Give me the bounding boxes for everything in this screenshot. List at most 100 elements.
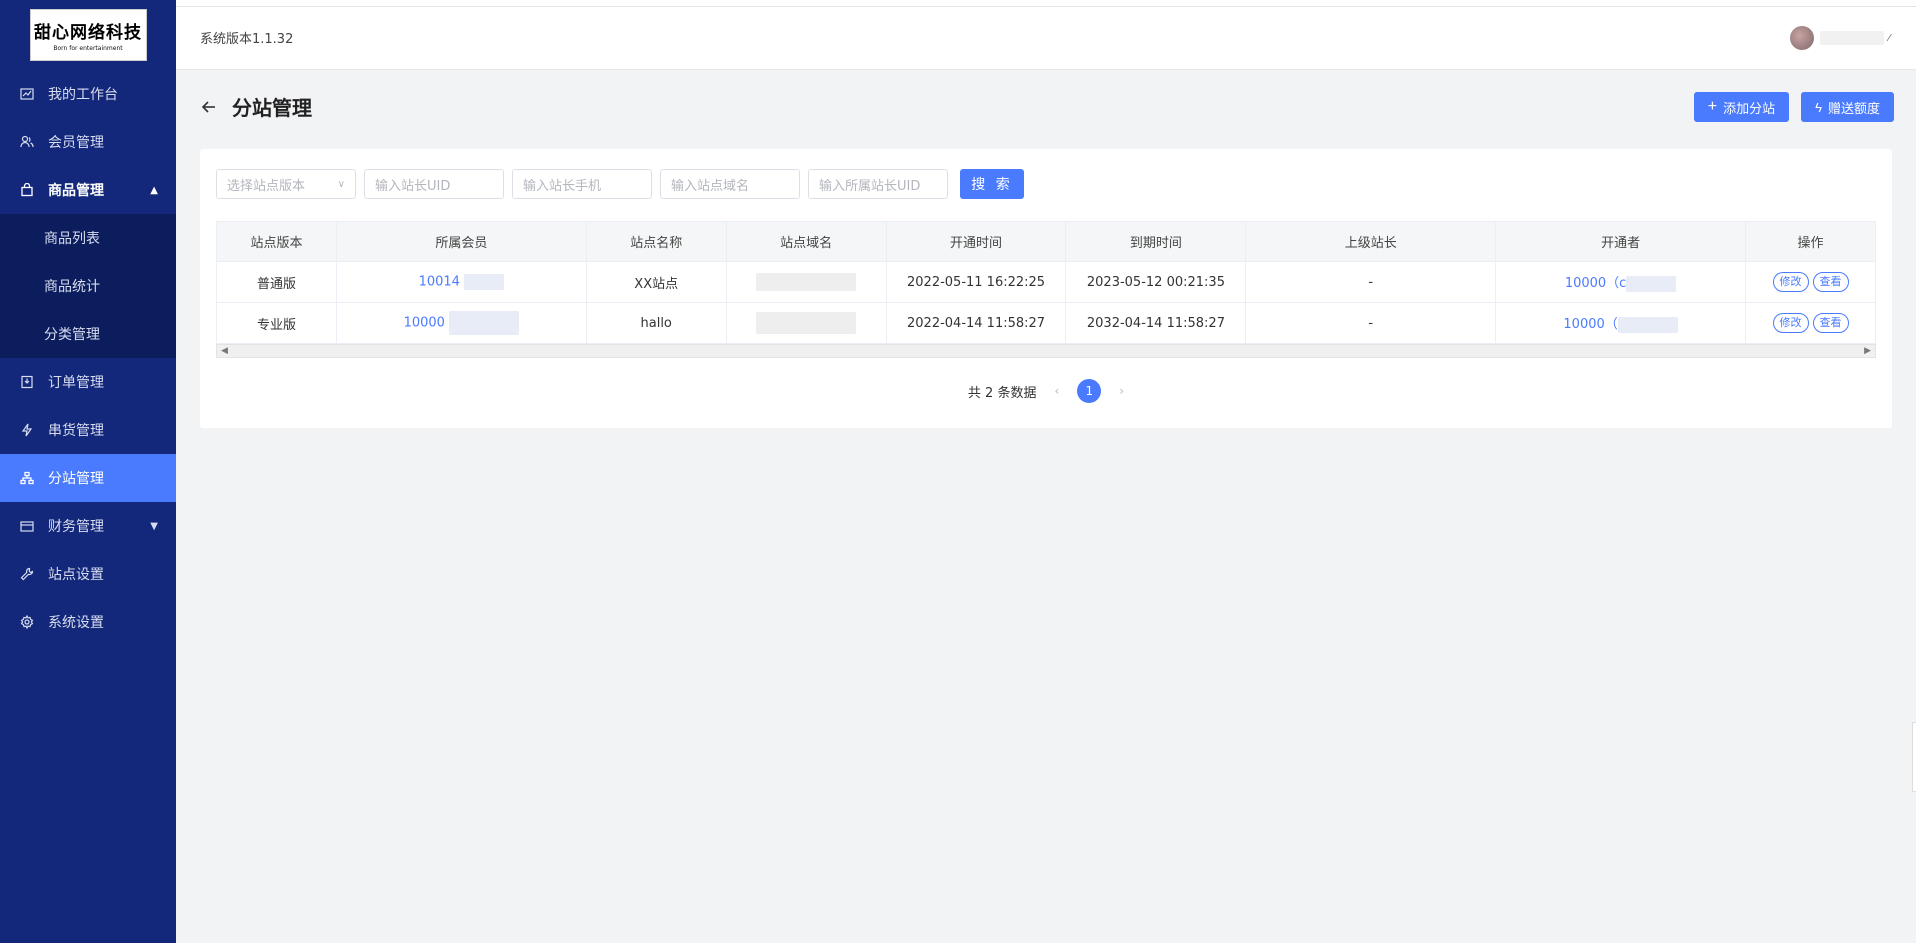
- page-button-current[interactable]: 1: [1077, 379, 1102, 403]
- user-menu[interactable]: ⁄: [1790, 26, 1890, 50]
- cell-expire-time: 2023-05-12 00:21:35: [1065, 261, 1247, 303]
- sidebar-item-label: 商品管理: [48, 183, 104, 199]
- opener-link[interactable]: 10000（: [1563, 317, 1617, 332]
- redacted-text: [1626, 275, 1677, 292]
- sidebar-item-label: 订单管理: [48, 375, 104, 391]
- cell-open-time: 2022-04-14 11:58:27: [885, 302, 1067, 344]
- cell-version: 普通版: [216, 261, 337, 303]
- logo-subtitle: Born for entertainment: [53, 45, 123, 52]
- sidebar-item-label: 分站管理: [48, 471, 104, 487]
- cell-member: 10000: [335, 302, 587, 344]
- gear-icon: [20, 615, 34, 629]
- table-row: 普通版 10014 XX站点 2022-05-11 16:22:25 2023-…: [216, 261, 1876, 303]
- sidebar-item-cross-goods[interactable]: 串货管理: [0, 406, 176, 454]
- system-version: 系统版本1.1.32: [200, 32, 294, 47]
- parent-uid-placeholder: 输入所属站长UID: [819, 178, 921, 194]
- site-domain-placeholder: 输入站点域名: [671, 178, 750, 194]
- next-page-icon[interactable]: ›: [1119, 384, 1124, 398]
- sidebar-item-orders[interactable]: 订单管理: [0, 358, 176, 406]
- users-icon: [20, 135, 34, 149]
- column-header: 站点版本: [216, 221, 337, 262]
- pagination: 共 2 条数据 ‹ 1 ›: [200, 379, 1892, 403]
- parent-uid-input[interactable]: 输入所属站长UID: [808, 169, 948, 199]
- wallet-icon: [20, 519, 34, 533]
- chevron-up-icon: ▲: [150, 184, 158, 196]
- horizontal-scrollbar[interactable]: ◀ ▶: [216, 344, 1876, 358]
- cell-opener: 10000（: [1495, 302, 1747, 344]
- sidebar-subitem-product-list[interactable]: 商品列表: [0, 214, 176, 262]
- sidebar-subitem-categories[interactable]: 分类管理: [0, 310, 176, 358]
- site-domain-input[interactable]: 输入站点域名: [660, 169, 800, 199]
- cell-site-name: hallo: [585, 302, 727, 344]
- sidebar: 甜心网络科技 Born for entertainment 我的工作台 会员管理…: [0, 0, 176, 943]
- sidebar-item-label: 会员管理: [48, 135, 104, 151]
- view-button[interactable]: 查看: [1812, 272, 1849, 292]
- cell-domain: [725, 302, 887, 344]
- scroll-right-icon[interactable]: ▶: [1864, 345, 1871, 357]
- edit-button[interactable]: 修改: [1772, 313, 1809, 333]
- page-heading: 分站管理: [200, 92, 312, 121]
- total-count: 共 2 条数据: [967, 385, 1037, 401]
- member-link[interactable]: 10000: [404, 316, 445, 331]
- products-submenu: 商品列表 商品统计 分类管理: [0, 214, 176, 358]
- side-drawer-handle[interactable]: [1912, 722, 1916, 792]
- gift-quota-button[interactable]: ϟ 赠送额度: [1801, 92, 1894, 122]
- page-title: 分站管理: [232, 96, 312, 120]
- sidebar-item-label: 财务管理: [48, 519, 104, 535]
- redacted-text: [1617, 316, 1678, 333]
- owner-phone-input[interactable]: 输入站长手机: [512, 169, 652, 199]
- sidebar-item-site-settings[interactable]: 站点设置: [0, 550, 176, 598]
- site-version-placeholder: 选择站点版本: [227, 178, 306, 194]
- filter-bar: 选择站点版本 ∨ 输入站长UID 输入站长手机 输入站点域名 输入所属站长UID…: [216, 169, 1024, 199]
- prev-page-icon[interactable]: ‹: [1054, 384, 1059, 398]
- column-header: 站点域名: [725, 221, 887, 262]
- search-button[interactable]: 搜 索: [960, 169, 1024, 199]
- sidebar-item-label: 我的工作台: [48, 87, 118, 103]
- cell-actions: 修改 查看: [1745, 302, 1876, 344]
- sidebar-item-label: 站点设置: [48, 567, 104, 583]
- sidebar-item-products[interactable]: 商品管理 ▲: [0, 166, 176, 214]
- redacted-text: [449, 311, 520, 335]
- column-header: 上级站长: [1245, 221, 1497, 262]
- cell-parent: -: [1245, 302, 1497, 344]
- sidebar-item-members[interactable]: 会员管理: [0, 118, 176, 166]
- view-button[interactable]: 查看: [1812, 313, 1849, 333]
- cell-parent: -: [1245, 261, 1497, 303]
- bag-icon: [20, 183, 34, 197]
- avatar[interactable]: [1790, 26, 1815, 50]
- column-header: 操作: [1745, 221, 1876, 262]
- gift-quota-label: 赠送额度: [1827, 100, 1880, 116]
- member-link[interactable]: 10014: [419, 275, 460, 290]
- content-card: 选择站点版本 ∨ 输入站长UID 输入站长手机 输入站点域名 输入所属站长UID…: [200, 149, 1892, 428]
- column-header: 开通者: [1495, 221, 1747, 262]
- add-substation-button[interactable]: + 添加分站: [1693, 92, 1790, 122]
- owner-uid-input[interactable]: 输入站长UID: [364, 169, 504, 199]
- edit-button[interactable]: 修改: [1772, 272, 1809, 292]
- sidebar-item-finance[interactable]: 财务管理 ▼: [0, 502, 176, 550]
- scroll-left-icon[interactable]: ◀: [221, 345, 228, 357]
- opener-link[interactable]: 10000（c: [1565, 276, 1627, 291]
- sidebar-item-substations[interactable]: 分站管理: [0, 454, 176, 502]
- cell-domain: [725, 261, 887, 303]
- sidebar-item-workbench[interactable]: 我的工作台: [0, 70, 176, 118]
- column-header: 站点名称: [585, 221, 727, 262]
- sidebar-item-label: 串货管理: [48, 423, 104, 439]
- sitemap-icon: [20, 471, 34, 485]
- sidebar-subitem-label: 商品统计: [44, 279, 100, 295]
- column-header: 到期时间: [1065, 221, 1247, 262]
- sidebar-item-system-settings[interactable]: 系统设置: [0, 598, 176, 646]
- sidebar-menu: 我的工作台 会员管理 商品管理 ▲ 商品列表 商品统计 分类管理 订单管理 串货…: [0, 70, 176, 646]
- sidebar-subitem-product-stats[interactable]: 商品统计: [0, 262, 176, 310]
- plus-icon: +: [1707, 98, 1718, 115]
- caret-icon: ⁄: [1888, 32, 1890, 44]
- owner-phone-placeholder: 输入站长手机: [523, 178, 602, 194]
- column-header: 所属会员: [335, 221, 587, 262]
- site-version-select[interactable]: 选择站点版本 ∨: [216, 169, 356, 199]
- redacted-domain: [756, 312, 857, 334]
- logo[interactable]: 甜心网络科技 Born for entertainment: [29, 9, 147, 61]
- order-icon: [20, 375, 34, 389]
- back-arrow-icon[interactable]: [200, 98, 218, 116]
- sidebar-subitem-label: 商品列表: [44, 231, 100, 247]
- cell-opener: 10000（c: [1495, 261, 1747, 303]
- wrench-icon: [20, 567, 34, 581]
